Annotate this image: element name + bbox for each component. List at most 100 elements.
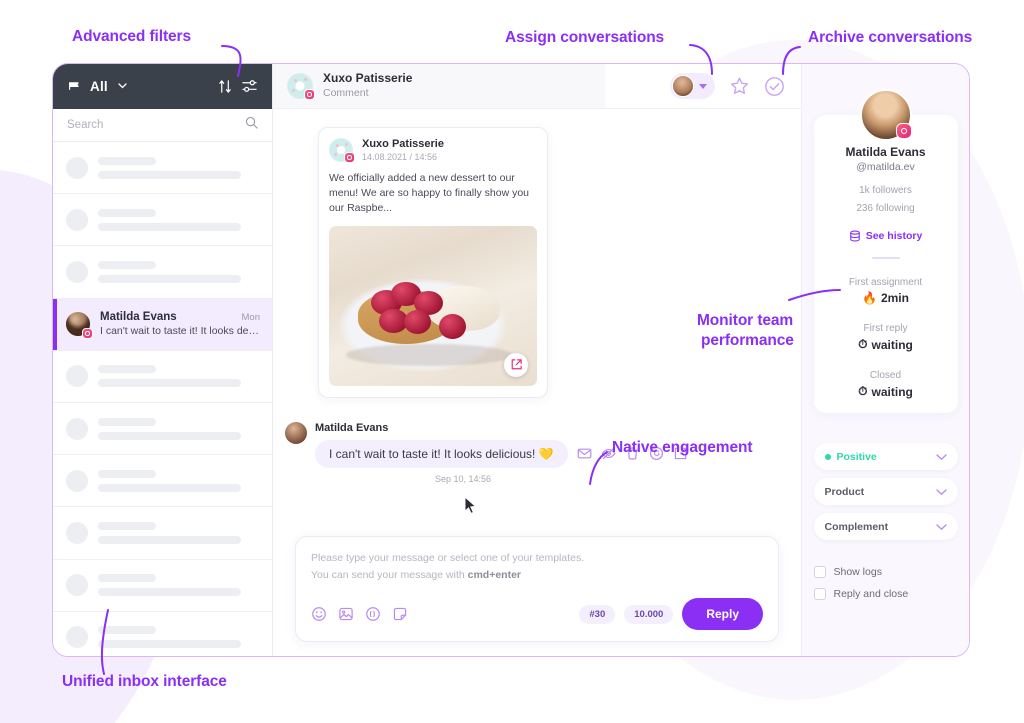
composer-hint-pre: You can send your message with <box>311 569 468 582</box>
search-icon[interactable] <box>245 116 258 134</box>
list-item[interactable] <box>53 559 272 612</box>
stopwatch-emoji: ⏱ <box>858 384 868 398</box>
checkbox-box[interactable] <box>813 566 826 578</box>
list-item-time: Mon <box>241 312 260 324</box>
message-composer[interactable]: Please type your message or select one o… <box>295 536 779 642</box>
filter-label[interactable]: All <box>90 79 108 94</box>
skeleton-avatar <box>66 365 88 388</box>
profile-name: Matilda Evans <box>845 145 926 159</box>
select-value: Complement <box>824 520 889 533</box>
skeleton-lines <box>98 469 260 492</box>
see-history-button[interactable]: See history <box>849 230 922 242</box>
checkbox-box[interactable] <box>813 588 826 600</box>
list-item[interactable] <box>53 402 272 456</box>
select-category[interactable]: Product <box>813 478 958 505</box>
select-sentiment[interactable]: Positive <box>813 443 958 470</box>
divider <box>871 257 900 259</box>
avatar <box>66 312 93 340</box>
sliders-icon[interactable] <box>241 79 258 94</box>
fire-emoji: 🔥 <box>862 291 877 305</box>
reply-timestamp: Sep 10, 14:56 <box>435 473 492 484</box>
sidebar: All Search Matilda Evans Mon I can't wai… <box>53 64 273 656</box>
list-item[interactable] <box>53 507 272 560</box>
post-author-info: Xuxo Patisserie 14.08.2021 / 14:56 <box>362 138 444 162</box>
chevron-down-icon[interactable] <box>935 483 947 501</box>
composer-toolbar: #30 10.000 Reply <box>311 598 763 630</box>
chevron-down-icon[interactable] <box>935 448 947 466</box>
assignee-avatar <box>672 75 694 97</box>
select-subcategory[interactable]: Complement <box>813 513 958 540</box>
skeleton-lines <box>98 156 260 179</box>
metric-value: 2min <box>880 291 909 305</box>
image-icon[interactable] <box>338 606 354 622</box>
metric-label: First assignment <box>848 277 923 288</box>
metric-first-assignment: First assignment 🔥 2min <box>849 277 922 305</box>
checkbox-reply-and-close[interactable]: Reply and close <box>813 588 958 600</box>
metric-label: Closed <box>869 370 902 381</box>
conversation-list: Matilda Evans Mon I can't wait to taste … <box>53 142 272 656</box>
skeleton-avatar <box>66 574 88 597</box>
checkbox-label: Show logs <box>833 566 882 578</box>
list-item-preview: I can't wait to taste it! It looks delic… <box>100 325 260 338</box>
chevron-down-icon[interactable] <box>935 518 947 536</box>
reply-button[interactable]: Reply <box>682 598 763 630</box>
archive-conversation-button[interactable] <box>764 76 785 97</box>
skeleton-lines <box>98 626 260 649</box>
skeleton-avatar <box>66 156 88 179</box>
list-item[interactable] <box>53 246 272 299</box>
skeleton-avatar <box>66 417 88 440</box>
account-name: Xuxo Patisserie <box>323 71 413 86</box>
skeleton-avatar <box>66 260 88 283</box>
external-link-icon[interactable] <box>504 352 528 377</box>
list-item[interactable] <box>53 194 272 247</box>
status-dot <box>824 453 831 460</box>
post-header: Xuxo Patisserie 14.08.2021 / 14:56 <box>329 138 537 163</box>
metric-first-reply: First reply ⏱ waiting <box>858 323 913 352</box>
composer-shortcut: cmd+enter <box>467 569 522 582</box>
metric-value-row: ⏱ waiting <box>858 384 913 399</box>
instagram-badge-icon <box>82 328 93 340</box>
account-type: Comment <box>323 87 369 100</box>
post-author-avatar <box>329 138 355 163</box>
list-item-active-matilda-evans[interactable]: Matilda Evans Mon I can't wait to taste … <box>53 298 272 351</box>
message-bubble: I can't wait to taste it! It looks delic… <box>315 439 568 468</box>
search-bar[interactable] <box>53 109 272 142</box>
list-item-body: Matilda Evans Mon I can't wait to taste … <box>100 311 260 337</box>
skeleton-avatar <box>66 521 88 544</box>
mouse-cursor <box>464 495 477 520</box>
chevron-down-icon[interactable] <box>699 83 707 89</box>
list-item[interactable] <box>53 455 272 508</box>
sidebar-toolbar: All <box>53 64 272 109</box>
template-icon[interactable] <box>392 606 408 622</box>
stopwatch-emoji: ⏱ <box>858 337 868 351</box>
gif-icon[interactable] <box>365 606 381 622</box>
mail-icon[interactable] <box>577 446 592 461</box>
emoji-icon[interactable] <box>311 606 327 622</box>
composer-meta: #30 10.000 Reply <box>579 598 763 630</box>
star-icon[interactable] <box>729 76 750 97</box>
annotation-monitor-team-line1: Monitor team <box>697 312 794 329</box>
metric-label: First reply <box>863 323 908 334</box>
assign-conversation-button[interactable] <box>670 73 715 99</box>
checkbox-show-logs[interactable]: Show logs <box>813 566 958 578</box>
profile-card: Matilda Evans @matilda.ev 1k followers 2… <box>813 89 958 413</box>
inbox-flag-icon <box>67 80 82 94</box>
list-item[interactable] <box>53 611 272 656</box>
conversation-header: Xuxo Patisserie Comment <box>273 64 801 109</box>
search-input[interactable] <box>67 119 245 131</box>
annotation-native-engagement: Native engagement <box>612 439 753 456</box>
sort-arrows-icon[interactable] <box>218 79 233 94</box>
skeleton-lines <box>98 574 260 597</box>
avatar <box>859 89 912 141</box>
metric-value: waiting <box>871 384 913 399</box>
metric-value-row: ⏱ waiting <box>858 337 913 352</box>
composer-tools <box>311 606 408 622</box>
skeleton-lines <box>98 260 260 283</box>
skeleton-lines <box>98 365 260 388</box>
select-value: Positive <box>836 450 877 463</box>
chevron-down-icon[interactable] <box>118 82 127 92</box>
list-item[interactable] <box>53 350 272 403</box>
metric-value-row: 🔥 2min <box>849 291 922 305</box>
list-item[interactable] <box>53 142 272 195</box>
skeleton-avatar <box>66 469 88 492</box>
